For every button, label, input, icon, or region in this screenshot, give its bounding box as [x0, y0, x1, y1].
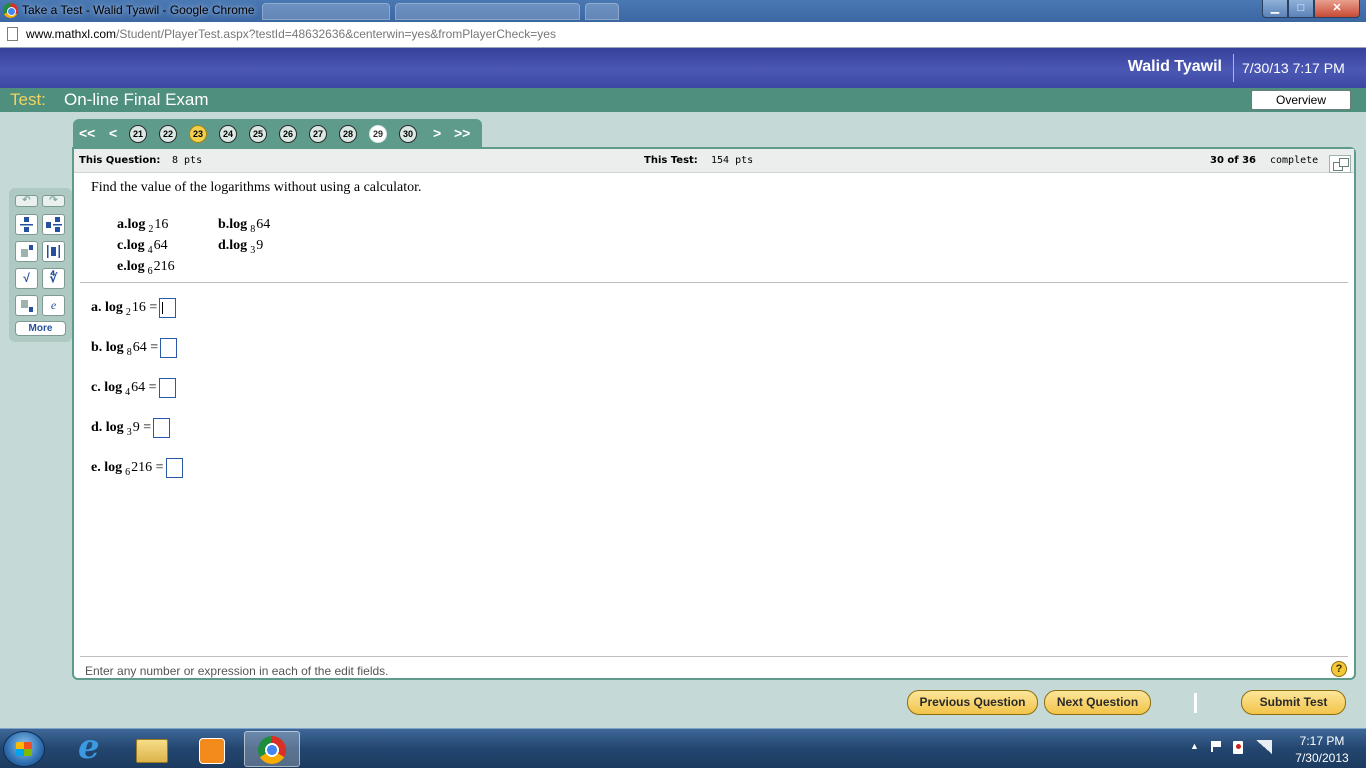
media-player-icon[interactable]: [184, 731, 240, 767]
button-divider: [1194, 693, 1197, 713]
new-tab-button[interactable]: [585, 3, 619, 20]
problem-d: d.log 39: [218, 238, 264, 256]
minimize-button[interactable]: ▁: [1262, 0, 1288, 18]
file-explorer-icon[interactable]: [124, 731, 180, 767]
answer-field-e[interactable]: [165, 457, 183, 478]
close-window-button[interactable]: ✕: [1314, 0, 1360, 18]
question-number-25[interactable]: 25: [249, 125, 267, 143]
answer-row-b: b. log 864 =: [91, 337, 178, 359]
question-number-22[interactable]: 22: [159, 125, 177, 143]
this-question-points: 8 pts: [172, 155, 203, 166]
action-center-flag-icon[interactable]: [1211, 741, 1222, 752]
chrome-logo-icon: [3, 3, 18, 18]
input-hint: Enter any number or expression in each o…: [85, 664, 389, 678]
question-number-21[interactable]: 21: [129, 125, 147, 143]
problem-b: b.log 864: [218, 217, 271, 235]
question-number-24[interactable]: 24: [219, 125, 237, 143]
undo-icon[interactable]: ↶: [15, 195, 38, 207]
site-header: Walid Tyawil 7/30/13 7:17 PM: [0, 48, 1366, 88]
section-divider: [80, 282, 1348, 283]
problem-e: e.log 6216: [117, 259, 175, 277]
this-question-label: This Question:: [79, 155, 161, 166]
math-palette: ↶ ↷ √ ∜ e More: [9, 188, 72, 342]
next-question-button[interactable]: Next Question: [1044, 690, 1151, 715]
this-test-points: 154 pts: [711, 155, 754, 166]
expand-icon[interactable]: [1329, 155, 1351, 173]
test-label: Test:: [10, 90, 46, 109]
first-question-icon[interactable]: <<: [79, 122, 95, 144]
question-number-28[interactable]: 28: [339, 125, 357, 143]
question-pager: << < 21 22 23 24 25 26 27 28 29 30 > >>: [73, 119, 482, 147]
next-question-icon[interactable]: >: [433, 122, 441, 144]
more-button[interactable]: More: [15, 321, 66, 336]
subscript-icon[interactable]: [15, 295, 38, 316]
power-icon[interactable]: [1233, 741, 1243, 754]
maximize-button[interactable]: □: [1288, 0, 1314, 18]
clock-date[interactable]: 7/30/2013: [1291, 751, 1353, 765]
question-number-27[interactable]: 27: [309, 125, 327, 143]
window-title: Take a Test - Walid Tyawil - Google Chro…: [22, 3, 255, 17]
problem-a: a.log 216: [117, 217, 169, 235]
problem-c: c.log 464: [117, 238, 168, 256]
answer-field-c[interactable]: [158, 377, 176, 398]
answer-row-c: c. log 464 =: [91, 377, 176, 399]
page-icon: [7, 27, 18, 41]
overview-button[interactable]: Overview: [1251, 90, 1351, 110]
square-root-icon[interactable]: √: [15, 268, 38, 289]
answer-field-d[interactable]: [153, 417, 171, 438]
nth-root-icon[interactable]: ∜: [42, 268, 65, 289]
fraction-icon[interactable]: [15, 214, 38, 235]
start-button-icon[interactable]: [3, 731, 45, 767]
submit-test-button[interactable]: Submit Test: [1241, 690, 1346, 715]
browser-title-bar: Take a Test - Walid Tyawil - Google Chro…: [0, 0, 1366, 22]
internet-explorer-icon[interactable]: [64, 727, 120, 767]
answer-field-a[interactable]: [159, 297, 177, 318]
taskbar: ▲ 7:17 PM 7/30/2013: [0, 727, 1366, 768]
last-question-icon[interactable]: >>: [454, 122, 470, 144]
previous-question-button[interactable]: Previous Question: [907, 690, 1038, 715]
absolute-value-icon[interactable]: [42, 241, 65, 262]
clock-time[interactable]: 7:17 PM: [1291, 734, 1353, 748]
question-instructions: Find the value of the logarithms without…: [91, 180, 422, 195]
answer-row-d: d. log 39 =: [91, 417, 171, 439]
user-name: Walid Tyawil: [1127, 58, 1222, 75]
test-bar: Test: On-line Final Exam Overview: [0, 88, 1366, 112]
question-panel: This Question: 8 pts This Test: 154 pts …: [72, 147, 1356, 680]
show-hidden-icons-icon[interactable]: ▲: [1190, 741, 1199, 751]
test-name: On-line Final Exam: [64, 90, 209, 109]
answer-field-b[interactable]: [160, 337, 178, 358]
address-bar[interactable]: www.mathxl.com/Student/PlayerTest.aspx?t…: [0, 22, 1366, 48]
background-tab[interactable]: [262, 3, 390, 20]
background-tab[interactable]: [395, 3, 580, 20]
network-signal-icon[interactable]: [1256, 740, 1272, 754]
help-icon[interactable]: ?: [1331, 661, 1347, 677]
url-text[interactable]: www.mathxl.com/Student/PlayerTest.aspx?t…: [26, 27, 556, 41]
chrome-taskbar-icon[interactable]: [244, 731, 300, 767]
question-info-bar: This Question: 8 pts This Test: 154 pts …: [74, 149, 1354, 173]
question-number-29[interactable]: 29: [369, 125, 387, 143]
question-number-26[interactable]: 26: [279, 125, 297, 143]
footer-divider: [80, 656, 1348, 657]
redo-icon[interactable]: ↷: [42, 195, 65, 207]
system-tray: ▲ 7:17 PM 7/30/2013: [1186, 729, 1366, 768]
exponent-icon[interactable]: [15, 241, 38, 262]
previous-question-icon[interactable]: <: [109, 122, 117, 144]
header-datetime: 7/30/13 7:17 PM: [1242, 60, 1345, 76]
answer-row-e: e. log 6216 =: [91, 457, 183, 479]
header-divider: [1233, 54, 1234, 82]
question-number-30[interactable]: 30: [399, 125, 417, 143]
this-test-label: This Test:: [644, 155, 698, 166]
e-constant-icon[interactable]: e: [42, 295, 65, 316]
progress-suffix: complete: [1270, 155, 1319, 166]
mixed-number-icon[interactable]: [42, 214, 65, 235]
question-number-23[interactable]: 23: [189, 125, 207, 143]
progress-count: 30 of 36: [1210, 155, 1257, 166]
answer-row-a: a. log 216 =: [91, 297, 177, 319]
